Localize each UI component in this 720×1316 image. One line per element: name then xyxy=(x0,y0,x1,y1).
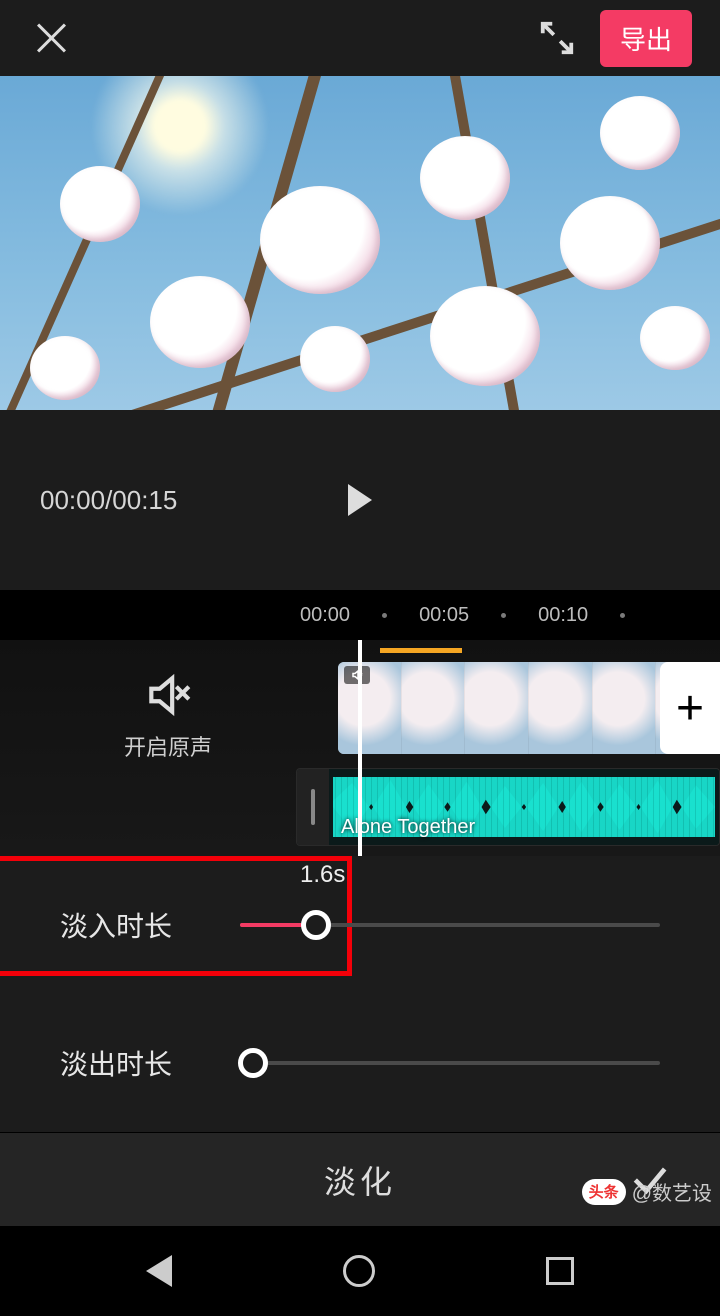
player-bar: 00:00/00:15 xyxy=(0,410,720,590)
ruler-dot xyxy=(620,613,625,618)
time-indicator: 00:00/00:15 xyxy=(40,485,177,516)
ruler-dot xyxy=(382,613,387,618)
fade-out-label: 淡出时长 xyxy=(60,1043,240,1083)
video-preview[interactable] xyxy=(0,76,720,410)
fade-out-row: 淡出时长 xyxy=(0,994,720,1132)
ruler-dot xyxy=(501,613,506,618)
export-button[interactable]: 导出 xyxy=(600,10,692,67)
watermark: 头条 @数艺设 xyxy=(582,1177,712,1206)
system-nav-bar xyxy=(0,1226,720,1316)
play-icon[interactable] xyxy=(348,484,372,516)
watermark-text: @数艺设 xyxy=(632,1177,712,1206)
fade-panel: 淡入时长 1.6s 淡出时长 xyxy=(0,856,720,1132)
fullscreen-icon[interactable] xyxy=(538,19,576,57)
playhead[interactable] xyxy=(358,640,362,856)
original-sound-label: 开启原声 xyxy=(0,730,336,762)
time-mark: 00:05 xyxy=(419,604,469,627)
fade-in-slider[interactable]: 1.6s xyxy=(240,895,660,955)
panel-title: 淡化 xyxy=(324,1157,396,1203)
close-icon[interactable] xyxy=(34,21,68,55)
nav-recent-icon[interactable] xyxy=(546,1257,574,1285)
original-sound-toggle[interactable]: 开启原声 xyxy=(0,670,336,762)
nav-back-icon[interactable] xyxy=(146,1255,172,1287)
time-mark: 00:10 xyxy=(538,604,588,627)
nav-home-icon[interactable] xyxy=(343,1255,375,1287)
add-clip-button[interactable]: + xyxy=(660,662,720,754)
fade-out-slider[interactable] xyxy=(240,1033,660,1093)
top-right-group: 导出 xyxy=(538,10,692,67)
timeline[interactable]: 开启原声 + Alone Together xyxy=(0,640,720,856)
watermark-badge: 头条 xyxy=(582,1179,626,1205)
time-mark: 00:00 xyxy=(300,604,350,627)
top-bar: 导出 xyxy=(0,0,720,76)
fade-in-value: 1.6s xyxy=(300,861,720,889)
clip-mute-icon xyxy=(344,666,370,684)
fade-in-row: 淡入时长 1.6s xyxy=(0,856,720,994)
timeline-ruler[interactable]: 00:00 00:05 00:10 xyxy=(0,590,720,640)
fade-in-label: 淡入时长 xyxy=(60,905,240,945)
audio-handle[interactable] xyxy=(297,769,329,845)
clip-accent xyxy=(380,648,462,653)
